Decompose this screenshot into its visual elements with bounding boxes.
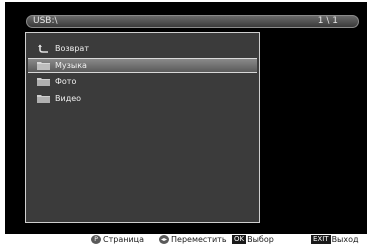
return-arrow-icon	[38, 44, 48, 53]
hint-exit: EXIT Выход	[311, 234, 359, 245]
path-bar: USB:\ 1 \ 1	[26, 15, 359, 28]
page-counter: 1 \ 1	[317, 16, 338, 26]
current-path: USB:\	[33, 16, 58, 26]
list-item-label: Фото	[55, 77, 77, 86]
hint-page: P Страница	[91, 234, 144, 245]
hint-move: ◂▸ Переместить	[159, 234, 227, 245]
list-item-label: Видео	[55, 94, 82, 103]
list-item-back[interactable]: Возврат	[28, 41, 257, 56]
folder-icon	[37, 62, 50, 70]
navigate-arrows-icon: ◂▸	[159, 235, 169, 244]
hint-exit-label: Выход	[331, 235, 359, 244]
ok-key-icon: OK	[232, 235, 247, 244]
hint-page-label: Страница	[103, 235, 145, 244]
list-item-music[interactable]: Музыка	[28, 58, 257, 73]
folder-icon	[37, 95, 50, 103]
list-item-video[interactable]: Видео	[28, 91, 257, 106]
list-item-label: Музыка	[55, 61, 87, 70]
media-browser-screen: USB:\ 1 \ 1 Возврат Музыка Фото Видео	[5, 2, 367, 234]
hint-move-label: Переместить	[171, 235, 227, 244]
hint-select: OK Выбор	[232, 234, 274, 245]
folder-icon	[37, 78, 50, 86]
page-key-icon: P	[91, 235, 101, 244]
key-hint-bar: P Страница ◂▸ Переместить OK Выбор EXIT Выхо…	[0, 234, 367, 245]
list-item-label: Возврат	[55, 44, 89, 53]
exit-key-icon: EXIT	[311, 235, 331, 244]
list-item-photo[interactable]: Фото	[28, 74, 257, 89]
file-list-panel: Возврат Музыка Фото Видео	[25, 32, 260, 223]
hint-select-label: Выбор	[247, 235, 274, 244]
